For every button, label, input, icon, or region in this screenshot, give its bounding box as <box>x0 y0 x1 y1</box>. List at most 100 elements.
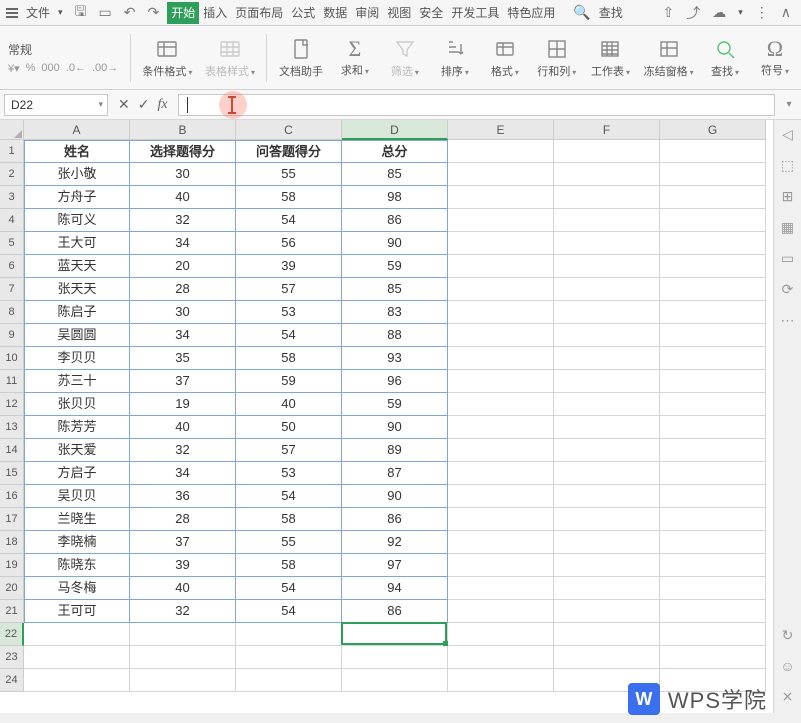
col-header-D[interactable]: D <box>342 120 448 140</box>
cell-A3[interactable]: 方舟子 <box>24 186 130 209</box>
cell-B4[interactable]: 32 <box>130 209 236 232</box>
cell-C5[interactable]: 56 <box>236 232 342 255</box>
row-header-17[interactable]: 17 <box>0 508 24 531</box>
cell-E14[interactable] <box>448 439 554 462</box>
cell-F19[interactable] <box>554 554 660 577</box>
sheet-main[interactable]: ABCDEFG 12345678910111213141516171819202… <box>0 120 773 713</box>
cell-A21[interactable]: 王可可 <box>24 600 130 623</box>
conditional-format-button[interactable]: 条件格式▾ <box>139 33 196 83</box>
cell-B2[interactable]: 30 <box>130 163 236 186</box>
cell-B15[interactable]: 34 <box>130 462 236 485</box>
cell-A4[interactable]: 陈可义 <box>24 209 130 232</box>
row-header-14[interactable]: 14 <box>0 439 24 462</box>
cell-E7[interactable] <box>448 278 554 301</box>
share-icon[interactable]: ⇧ <box>658 4 678 21</box>
row-header-2[interactable]: 2 <box>0 163 24 186</box>
cell-D22[interactable] <box>342 623 448 646</box>
cell-D14[interactable]: 89 <box>342 439 448 462</box>
cell-G22[interactable] <box>660 623 766 646</box>
cell-C16[interactable]: 54 <box>236 485 342 508</box>
external-icon[interactable]: ⤴ <box>682 3 704 23</box>
side-backup-icon[interactable]: ⟳ <box>782 281 794 298</box>
cell-G11[interactable] <box>660 370 766 393</box>
cell-G15[interactable] <box>660 462 766 485</box>
menu-tab-8[interactable]: 开发工具 <box>447 2 503 24</box>
cell-F21[interactable] <box>554 600 660 623</box>
increase-decimal-icon[interactable]: .0← <box>66 62 86 74</box>
row-header-10[interactable]: 10 <box>0 347 24 370</box>
cell-A9[interactable]: 吴圆圆 <box>24 324 130 347</box>
cell-B9[interactable]: 34 <box>130 324 236 347</box>
menu-tab-3[interactable]: 公式 <box>287 2 319 24</box>
row-header-11[interactable]: 11 <box>0 370 24 393</box>
side-select-icon[interactable]: ⬚ <box>781 157 794 174</box>
cell-B5[interactable]: 34 <box>130 232 236 255</box>
cell-F2[interactable] <box>554 163 660 186</box>
cell-C18[interactable]: 55 <box>236 531 342 554</box>
decrease-decimal-icon[interactable]: .00→ <box>92 62 118 74</box>
cell-G12[interactable] <box>660 393 766 416</box>
row-header-9[interactable]: 9 <box>0 324 24 347</box>
cell-G2[interactable] <box>660 163 766 186</box>
cell-B8[interactable]: 30 <box>130 301 236 324</box>
cell-C9[interactable]: 54 <box>236 324 342 347</box>
cell-E15[interactable] <box>448 462 554 485</box>
cell-E20[interactable] <box>448 577 554 600</box>
number-format-selector[interactable]: 常规 <box>8 43 32 57</box>
cell-D21[interactable]: 86 <box>342 600 448 623</box>
col-header-C[interactable]: C <box>236 120 342 140</box>
cell-C21[interactable]: 54 <box>236 600 342 623</box>
side-refresh-icon[interactable]: ↻ <box>782 627 794 644</box>
cell-G18[interactable] <box>660 531 766 554</box>
row-header-23[interactable]: 23 <box>0 646 24 669</box>
side-triangle-icon[interactable]: ◁ <box>782 126 793 143</box>
row-header-24[interactable]: 24 <box>0 669 24 692</box>
cell-E13[interactable] <box>448 416 554 439</box>
cell-A14[interactable]: 张天爱 <box>24 439 130 462</box>
cell-G3[interactable] <box>660 186 766 209</box>
cell-C15[interactable]: 53 <box>236 462 342 485</box>
redo-icon[interactable]: ↷ <box>143 4 163 21</box>
cell-G13[interactable] <box>660 416 766 439</box>
row-header-16[interactable]: 16 <box>0 485 24 508</box>
cell-F7[interactable] <box>554 278 660 301</box>
doc-helper-button[interactable]: 文档助手 <box>275 33 327 83</box>
cell-F6[interactable] <box>554 255 660 278</box>
cell-D16[interactable]: 90 <box>342 485 448 508</box>
cell-D20[interactable]: 94 <box>342 577 448 600</box>
menu-tab-6[interactable]: 视图 <box>383 2 415 24</box>
cell-C20[interactable]: 54 <box>236 577 342 600</box>
cell-C6[interactable]: 39 <box>236 255 342 278</box>
menu-tab-9[interactable]: 特色应用 <box>503 2 559 24</box>
comma-icon[interactable]: 000 <box>41 62 59 74</box>
menu-tab-2[interactable]: 页面布局 <box>231 2 287 24</box>
cell-F4[interactable] <box>554 209 660 232</box>
row-header-4[interactable]: 4 <box>0 209 24 232</box>
cell-B18[interactable]: 37 <box>130 531 236 554</box>
cell-C17[interactable]: 58 <box>236 508 342 531</box>
cell-E24[interactable] <box>448 669 554 692</box>
cell-E16[interactable] <box>448 485 554 508</box>
cell-F1[interactable] <box>554 140 660 163</box>
cell-B14[interactable]: 32 <box>130 439 236 462</box>
rows-cols-button[interactable]: 行和列▾ <box>533 33 581 83</box>
grid[interactable]: 姓名选择题得分问答题得分总分张小敬305585方舟子405898陈可义32548… <box>24 140 773 713</box>
col-header-F[interactable]: F <box>554 120 660 140</box>
cell-D13[interactable]: 90 <box>342 416 448 439</box>
cell-G23[interactable] <box>660 646 766 669</box>
menu-tab-1[interactable]: 插入 <box>199 2 231 24</box>
cell-G1[interactable] <box>660 140 766 163</box>
side-collapse-icon[interactable]: ⨯ <box>782 688 794 705</box>
cell-F23[interactable] <box>554 646 660 669</box>
row-header-7[interactable]: 7 <box>0 278 24 301</box>
file-menu[interactable]: 文件 <box>26 4 50 21</box>
cell-F22[interactable] <box>554 623 660 646</box>
cell-E10[interactable] <box>448 347 554 370</box>
cell-C23[interactable] <box>236 646 342 669</box>
col-header-G[interactable]: G <box>660 120 766 140</box>
side-style-icon[interactable]: ▦ <box>781 219 794 236</box>
save-icon[interactable]: 🖫 <box>71 1 91 25</box>
cell-B10[interactable]: 35 <box>130 347 236 370</box>
row-header-19[interactable]: 19 <box>0 554 24 577</box>
row-header-20[interactable]: 20 <box>0 577 24 600</box>
